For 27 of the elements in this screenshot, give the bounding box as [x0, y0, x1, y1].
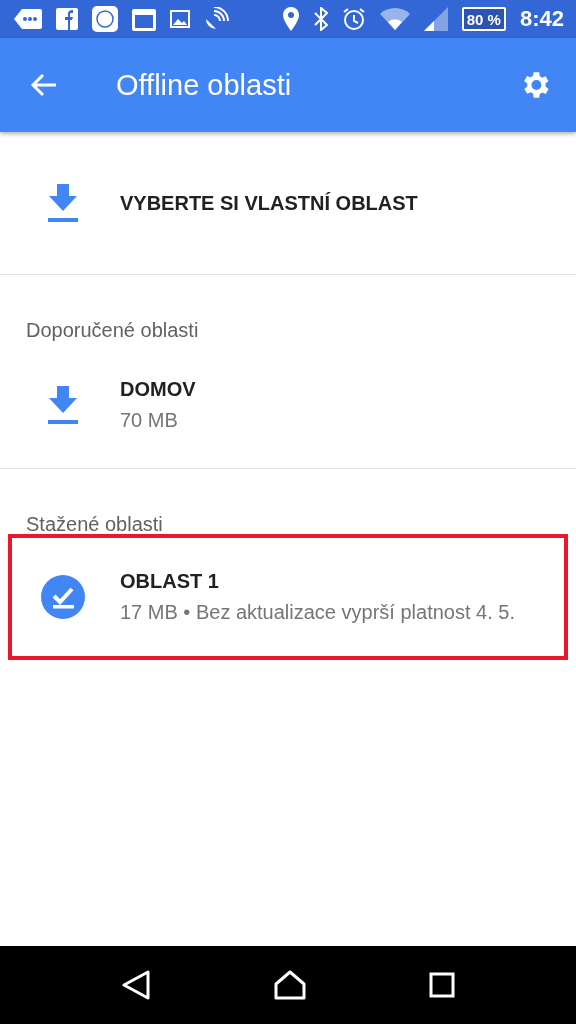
satellite-icon — [204, 7, 230, 31]
area-details: 70 MB — [120, 409, 179, 432]
recent-apps-button[interactable] — [429, 972, 455, 998]
area-details: 17 MB • Bez aktualizace vyprší platnost 4. 5. — [120, 601, 515, 624]
downloaded-check-icon — [41, 575, 85, 619]
alarm-icon — [341, 7, 366, 31]
wifi-icon — [379, 8, 410, 30]
facebook-icon — [56, 8, 78, 30]
image-icon — [170, 10, 190, 28]
area-title[interactable]: OBLAST 1 — [120, 570, 515, 593]
location-icon — [281, 7, 300, 31]
area-title[interactable]: VYBERTE SI VLASTNÍ OBLAST — [120, 191, 418, 215]
area-title[interactable]: DOMOV — [120, 378, 196, 401]
signal-icon — [423, 7, 448, 31]
download-icon — [47, 184, 79, 222]
section-header: Stažené oblasti — [25, 512, 164, 536]
back-button[interactable] — [121, 970, 151, 1000]
download-icon — [47, 386, 79, 424]
calendar-icon — [132, 7, 156, 31]
battery-indicator: 80 % — [461, 7, 506, 31]
app-icon — [92, 6, 118, 32]
screen-title: Offline oblasti — [116, 68, 293, 102]
bluetooth-icon — [313, 7, 328, 31]
clock: 8:42 — [519, 6, 564, 32]
section-header: Doporučené oblasti — [25, 318, 200, 342]
message-icon — [14, 9, 42, 29]
home-button[interactable] — [273, 970, 307, 1000]
